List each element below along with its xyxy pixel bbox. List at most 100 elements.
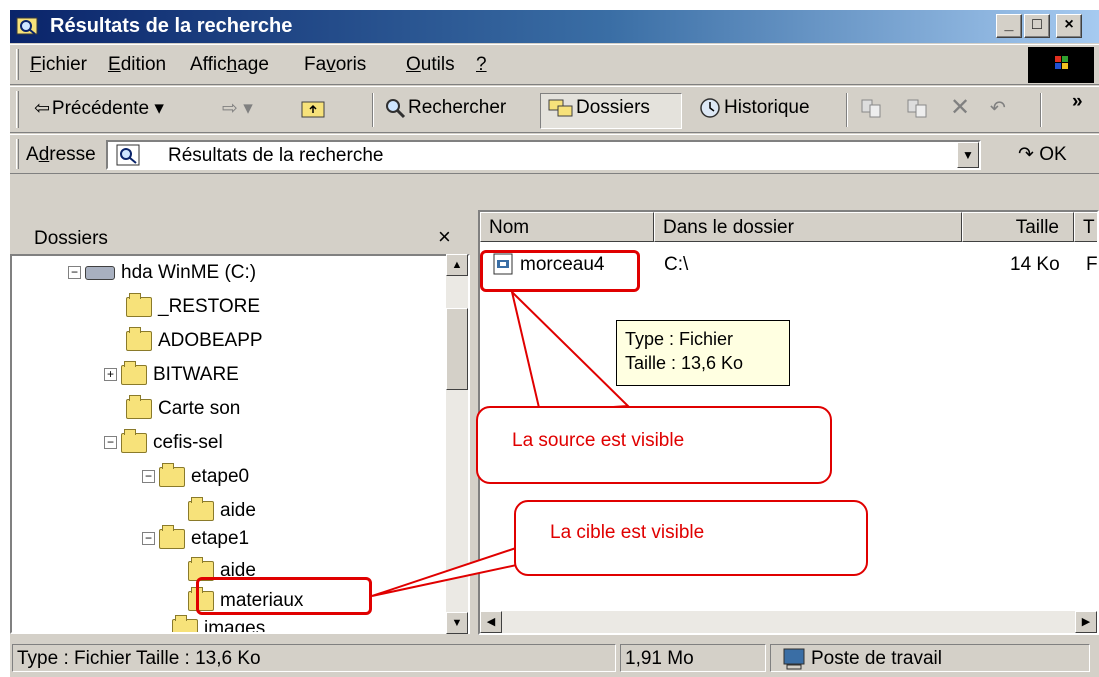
up-folder-button[interactable]: [300, 97, 326, 125]
window-title: Résultats de la recherche: [50, 15, 293, 37]
tree-item-images[interactable]: images: [172, 614, 265, 632]
arrow-up-icon: ▲: [451, 259, 463, 271]
menu-bar: Fichier Edition Affichage Favoris Outils…: [10, 44, 1099, 85]
search-button[interactable]: Rechercher: [384, 97, 506, 119]
back-button[interactable]: ⇦ Précédente ▾: [34, 97, 164, 120]
forward-arrow-icon: ⇨: [222, 98, 238, 119]
tree-item-etape0[interactable]: − etape0: [142, 462, 249, 496]
tree-item-carte-son[interactable]: Carte son: [126, 394, 240, 428]
toolbar-grip[interactable]: [16, 91, 19, 128]
tree-item-etape1[interactable]: − etape1: [142, 524, 249, 558]
close-button[interactable]: ×: [1056, 14, 1082, 38]
go-arrow-icon: ↷: [1018, 144, 1034, 165]
up-folder-icon: [301, 101, 325, 118]
folder-icon: [172, 614, 198, 632]
address-dropdown-button[interactable]: ▼: [957, 142, 979, 168]
collapse-icon[interactable]: −: [68, 266, 81, 280]
collapse-icon[interactable]: −: [142, 470, 155, 484]
tree-item-bitware[interactable]: + BITWARE: [104, 360, 239, 394]
folders-pane-header: Dossiers ×: [10, 216, 470, 254]
expand-icon[interactable]: +: [104, 368, 117, 382]
file-size: 14 Ko: [1010, 254, 1060, 275]
folder-icon: [126, 292, 152, 317]
toolbar-overflow-button[interactable]: »: [1072, 91, 1083, 113]
scroll-up-button[interactable]: ▲: [446, 254, 468, 276]
drive-icon: [85, 265, 115, 280]
tree-item-adobeapp[interactable]: ADOBEAPP: [126, 326, 263, 360]
windows-logo-icon: [1028, 47, 1094, 83]
address-grip[interactable]: [16, 139, 19, 169]
copy-to-button[interactable]: [906, 97, 930, 125]
status-info: Type : Fichier Taille : 13,6 Ko: [12, 644, 616, 672]
undo-button[interactable]: ↶: [990, 97, 1006, 120]
status-bar: Type : Fichier Taille : 13,6 Ko 1,91 Mo …: [10, 638, 1099, 677]
tree-item-cefis-sel[interactable]: − cefis-sel: [104, 428, 223, 462]
explorer-window: Résultats de la recherche _ □ × Fichier …: [10, 10, 1099, 677]
computer-icon: [783, 648, 805, 670]
tree-item-restore[interactable]: _RESTORE: [126, 292, 260, 326]
title-bar[interactable]: Résultats de la recherche _ □ ×: [10, 10, 1099, 43]
collapse-icon[interactable]: −: [104, 436, 117, 450]
toolbar-separator: [846, 93, 848, 127]
history-button[interactable]: Historique: [698, 97, 810, 119]
search-window-icon: [16, 17, 38, 35]
toolbar-separator: [1040, 93, 1042, 127]
menu-edition[interactable]: Edition: [108, 54, 166, 76]
forward-button[interactable]: ⇨ ▾: [222, 97, 253, 120]
source-callout: La source est visible: [476, 406, 832, 484]
tree-item-aide[interactable]: aide: [188, 496, 256, 530]
back-arrow-icon: ⇦: [34, 98, 50, 120]
menu-grip[interactable]: [16, 49, 19, 80]
arrow-right-icon: ▶: [1081, 616, 1091, 628]
column-header-folder[interactable]: Dans le dossier: [654, 212, 962, 242]
file-folder: C:\: [664, 254, 689, 275]
menu-affichage[interactable]: Affichage: [190, 54, 269, 76]
menu-fichier[interactable]: Fichier: [30, 54, 87, 76]
target-callout: La cible est visible: [514, 500, 868, 576]
address-input[interactable]: Résultats de la recherche ▼: [106, 140, 981, 170]
scroll-down-button[interactable]: ▼: [446, 612, 468, 634]
search-icon: [386, 99, 406, 119]
folders-icon: [548, 99, 573, 117]
column-header-type[interactable]: T: [1074, 212, 1097, 242]
standard-toolbar: ⇦ Précédente ▾ ⇨ ▾ Rechercher Dossiers Hi…: [10, 86, 1099, 133]
scroll-left-button[interactable]: ◀: [480, 611, 502, 633]
column-header-size[interactable]: Taille: [962, 212, 1074, 242]
chevron-down-icon: ▼: [962, 148, 974, 162]
column-header-name[interactable]: Nom: [480, 212, 654, 242]
move-to-icon: [861, 99, 881, 118]
copy-to-icon: [907, 99, 927, 118]
results-scrollbar[interactable]: ◀ ▶: [480, 611, 1097, 633]
delete-button[interactable]: ✕: [950, 93, 970, 122]
folder-tree-scrollbar[interactable]: ▲ ▼: [446, 254, 468, 634]
source-callout-text: La source est visible: [512, 430, 685, 451]
menu-help[interactable]: ?: [476, 54, 487, 76]
tooltip-size: Taille : 13,6 Ko: [625, 353, 744, 373]
folders-pane-title: Dossiers: [34, 228, 108, 249]
collapse-icon[interactable]: −: [142, 532, 155, 546]
arrow-left-icon: ◀: [486, 616, 496, 628]
move-to-button[interactable]: [860, 97, 884, 125]
menu-favoris[interactable]: Favoris: [304, 54, 366, 76]
folder-icon: [121, 428, 147, 453]
folder-icon: [126, 394, 152, 419]
address-bar: Adresse Résultats de la recherche ▼ ↷ OK: [10, 134, 1099, 174]
folders-button[interactable]: Dossiers: [548, 97, 650, 119]
close-pane-icon[interactable]: ×: [438, 224, 451, 250]
status-zone: Poste de travail: [770, 644, 1090, 672]
target-highlight: [196, 577, 372, 615]
scroll-right-button[interactable]: ▶: [1075, 611, 1097, 633]
status-size: 1,91 Mo: [620, 644, 766, 672]
delete-icon: ✕: [950, 94, 971, 121]
tree-item-drive-c[interactable]: − hda WinME (C:): [68, 262, 256, 292]
history-icon: [700, 98, 720, 118]
address-label: Adresse: [26, 144, 96, 165]
scroll-thumb[interactable]: [446, 308, 468, 390]
folder-icon: [159, 462, 185, 487]
target-callout-text: La cible est visible: [550, 522, 705, 543]
folder-icon: [188, 496, 214, 521]
maximize-button[interactable]: □: [1024, 14, 1050, 38]
minimize-button[interactable]: _: [996, 14, 1022, 38]
go-button[interactable]: ↷ OK: [1018, 143, 1067, 166]
menu-outils[interactable]: Outils: [406, 54, 455, 76]
